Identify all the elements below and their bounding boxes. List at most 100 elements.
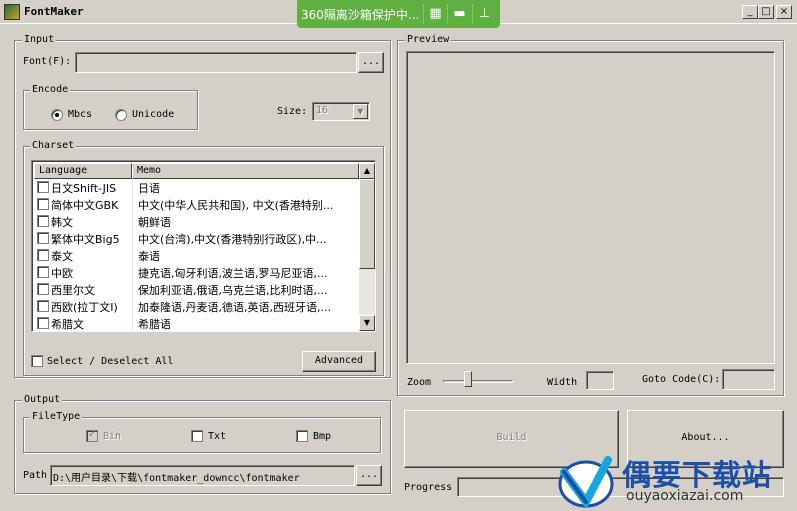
row-memo: 日语 (138, 182, 160, 195)
row-separator (132, 281, 133, 298)
row-checkbox[interactable] (37, 215, 49, 227)
sandbox-text: 360隔离沙箱保护中... (301, 8, 420, 22)
row-language: 中欧 (51, 267, 73, 280)
goto-label: Goto Code(C): (642, 374, 721, 385)
select-all-label[interactable]: Select / Deselect All (47, 356, 173, 367)
charset-legend: Charset (30, 140, 77, 151)
unicode-radio[interactable] (115, 109, 127, 121)
list-item[interactable]: 日文Shift-JIS 日语 (34, 179, 359, 196)
path-value: D:\用户目录\下载\fontmaker_downcc\fontmaker (53, 473, 300, 484)
sandbox-banner[interactable]: 360隔离沙箱保护中... ▦ ▬ ⊥ (297, 0, 500, 28)
row-memo: 泰语 (138, 250, 160, 263)
watermark-en: ouyaoxiazai.com (626, 488, 744, 504)
column-header-memo[interactable]: Memo (132, 163, 359, 179)
row-language: 繁体中文Big5 (51, 233, 120, 246)
row-language: 日文Shift-JIS (51, 182, 117, 195)
zoom-slider[interactable] (443, 368, 513, 390)
row-language: 希腊文 (51, 318, 84, 331)
row-memo: 朝鲜语 (138, 216, 171, 229)
close-button[interactable]: × (776, 5, 792, 19)
minimize-button[interactable]: _ (742, 5, 758, 19)
bmp-label[interactable]: Bmp (313, 431, 331, 442)
path-browse-button[interactable]: ... (356, 465, 382, 486)
list-item[interactable]: 韩文 朝鲜语 (34, 213, 359, 230)
row-separator (132, 230, 133, 247)
row-checkbox[interactable] (37, 181, 49, 193)
font-field[interactable] (75, 52, 357, 73)
scroll-thumb[interactable] (359, 179, 375, 269)
row-checkbox[interactable] (37, 283, 49, 295)
minimize-icon: _ (747, 6, 753, 17)
row-language: 韩文 (51, 216, 73, 229)
watermark-logo-icon (558, 456, 614, 508)
font-browse-button[interactable]: ... (358, 52, 384, 73)
zoom-thumb[interactable] (464, 371, 472, 387)
build-label: Build (496, 432, 527, 443)
bmp-checkbox[interactable] (296, 430, 308, 442)
maximize-button[interactable]: □ (758, 5, 774, 19)
row-checkbox[interactable] (37, 249, 49, 261)
row-separator (132, 298, 133, 315)
advanced-button[interactable]: Advanced (302, 351, 376, 372)
size-label: Size: (277, 106, 308, 117)
folder-icon[interactable]: ▬ (447, 4, 471, 24)
mbcs-label[interactable]: Mbcs (68, 109, 92, 120)
row-checkbox[interactable] (37, 232, 49, 244)
row-memo: 希腊语 (138, 318, 171, 331)
zoom-label: Zoom (407, 377, 432, 388)
row-separator (132, 264, 133, 281)
list-item[interactable]: 繁体中文Big5 中文(台湾),中文(香港特别行政区),中... (34, 230, 359, 247)
path-label: Path (23, 470, 48, 481)
size-select[interactable]: 16 ▼ (312, 102, 370, 121)
row-separator (132, 196, 133, 213)
bin-checkbox[interactable] (86, 429, 98, 442)
width-label: Width (547, 377, 578, 388)
unicode-label[interactable]: Unicode (132, 109, 174, 120)
select-all-checkbox[interactable] (31, 355, 43, 367)
list-item[interactable]: 泰文 泰语 (34, 247, 359, 264)
path-field[interactable]: D:\用户目录\下载\fontmaker_downcc\fontmaker (50, 465, 355, 486)
scroll-down-icon[interactable]: ▼ (359, 315, 375, 331)
maximize-icon: □ (761, 6, 771, 17)
txt-label[interactable]: Txt (208, 431, 226, 442)
row-checkbox[interactable] (37, 317, 49, 329)
row-separator (132, 315, 133, 331)
row-checkbox[interactable] (37, 198, 49, 210)
goto-field[interactable] (722, 369, 775, 390)
row-language: 西里尔文 (51, 284, 95, 297)
font-label: Font(F): (23, 56, 72, 67)
column-header-language[interactable]: Language (34, 163, 132, 179)
zoom-track (443, 380, 513, 383)
list-item[interactable]: 中欧 捷克语,匈牙利语,波兰语,罗马尼亚语,... (34, 264, 359, 281)
row-language: 西欧(拉丁文I) (51, 301, 118, 314)
list-item[interactable]: 西欧(拉丁文I) 加泰隆语,丹麦语,德语,英语,西班牙语,... (34, 298, 359, 315)
list-scrollbar[interactable]: ▲ ▼ (359, 163, 375, 331)
window-title: FontMaker (24, 5, 84, 18)
size-dropdown-icon[interactable]: ▼ (353, 104, 368, 119)
input-legend: Input (22, 34, 57, 45)
list-item[interactable]: 西里尔文 保加利亚语,俄语,乌克兰语,比利时语,... (34, 281, 359, 298)
pin-icon[interactable]: ⊥ (472, 4, 496, 24)
width-field[interactable] (586, 371, 614, 390)
close-icon: × (779, 6, 789, 17)
encode-legend: Encode (30, 84, 71, 95)
row-language: 简体中文GBK (51, 199, 119, 212)
row-checkbox[interactable] (37, 300, 49, 312)
output-legend: Output (22, 394, 63, 405)
txt-checkbox[interactable] (191, 430, 203, 442)
row-separator (132, 179, 133, 196)
row-memo: 中文(台湾),中文(香港特别行政区),中... (138, 233, 327, 246)
sandbox-icon[interactable]: ▦ (423, 4, 447, 24)
progress-label: Progress (404, 482, 453, 493)
scroll-up-icon[interactable]: ▲ (359, 163, 375, 179)
charset-list[interactable]: Language Memo 日文Shift-JIS 日语 简体中文GBK 中文(中华人… (31, 160, 376, 332)
row-separator (132, 213, 133, 230)
list-item[interactable]: 希腊文 希腊语 (34, 315, 359, 331)
mbcs-radio[interactable] (51, 109, 63, 121)
row-checkbox[interactable] (37, 266, 49, 278)
charset-rows: 日文Shift-JIS 日语 简体中文GBK 中文(中华人民共和国), 中文(香港特别… (32, 179, 359, 331)
filetype-legend: FileType (30, 411, 83, 422)
row-memo: 保加利亚语,俄语,乌克兰语,比利时语,... (138, 284, 328, 297)
list-item[interactable]: 简体中文GBK 中文(中华人民共和国), 中文(香港特别... (34, 196, 359, 213)
preview-area (406, 51, 775, 364)
